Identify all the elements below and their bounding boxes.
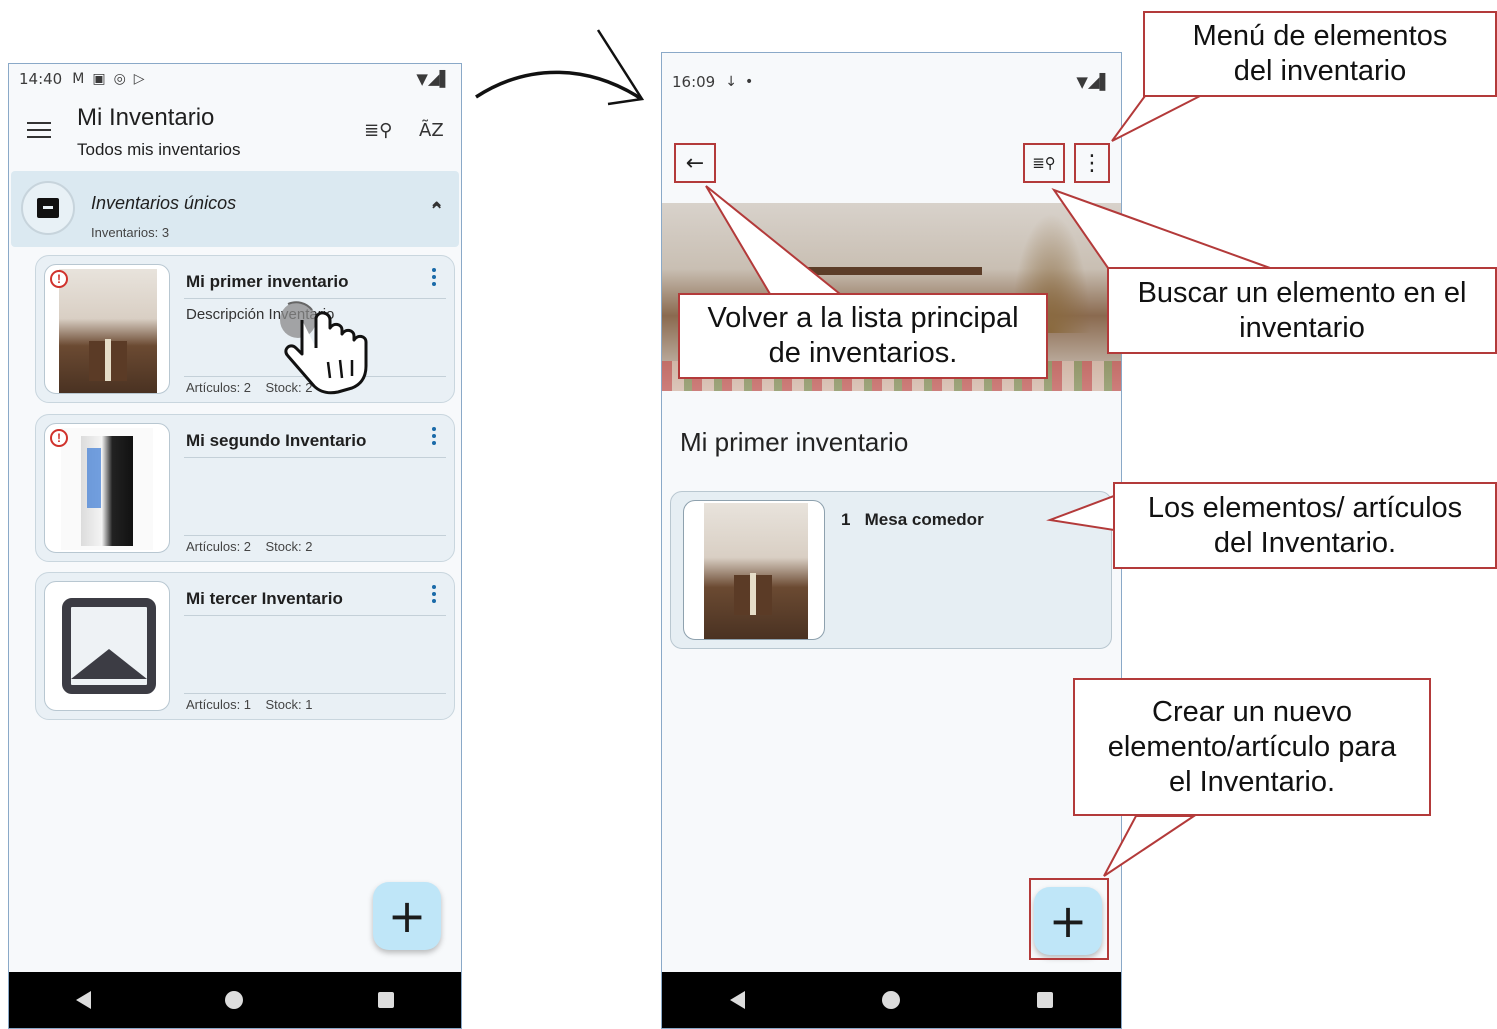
- signal-battery-icons: ▼◢▌: [1076, 73, 1111, 91]
- notification-icons: M ▣ ◎ ▷: [72, 71, 144, 87]
- collapse-chevron-icon[interactable]: ⌃ ⌃: [428, 197, 445, 245]
- inventory-stats: Artículos: 2 Stock: 2: [186, 539, 313, 554]
- app-subtitle: Todos mis inventarios: [77, 140, 241, 159]
- divider: [184, 535, 446, 536]
- menu-callout-pointer: [1111, 95, 1201, 142]
- nav-recents-icon[interactable]: [377, 992, 394, 1008]
- callout-search: Buscar un elemento en el inventario: [1107, 267, 1497, 354]
- section-avatar: [21, 181, 75, 235]
- fab-highlight: [1029, 878, 1109, 960]
- divider: [184, 615, 446, 616]
- play-icon: ▷: [133, 71, 145, 87]
- menu-icon[interactable]: [27, 122, 51, 143]
- section-count: Inventarios: 3: [91, 225, 170, 240]
- inventory-title: Mi tercer Inventario: [186, 589, 343, 608]
- kebab-menu-icon[interactable]: [432, 427, 436, 448]
- nav-back-icon[interactable]: [730, 991, 746, 1009]
- pc-case-photo: [61, 428, 153, 550]
- search-icon[interactable]: ≣⚲: [364, 120, 392, 141]
- alert-icon: !: [50, 429, 68, 447]
- divider: [184, 457, 446, 458]
- transition-arrow: [475, 70, 641, 100]
- divider: [184, 693, 446, 694]
- status-time: 16:09: [672, 73, 716, 91]
- dot-icon: •: [744, 74, 754, 90]
- status-bar: 14:40 M ▣ ◎ ▷ ▼◢▌: [9, 64, 461, 94]
- search-icon[interactable]: ≣⚲: [1023, 143, 1065, 183]
- callout-create: Crear un nuevo elemento/artículo para el…: [1073, 678, 1431, 816]
- notification-icons: ↓ •: [725, 74, 753, 90]
- nav-home-icon[interactable]: [225, 991, 244, 1009]
- inventory-thumbnail: [44, 581, 170, 711]
- section-header[interactable]: Inventarios únicos Inventarios: 3 ⌃ ⌃: [11, 171, 459, 247]
- section-title: Inventarios únicos: [91, 193, 237, 213]
- phone-inventory-list: 14:40 M ▣ ◎ ▷ ▼◢▌ Mi Inventario Todos mi…: [8, 63, 462, 1029]
- inventory-name: Mi primer inventario: [680, 427, 909, 457]
- callout-menu: Menú de elementos del inventario: [1143, 11, 1497, 97]
- element-thumbnail: [683, 500, 825, 640]
- inventory-stats: Artículos: 1 Stock: 1: [186, 697, 313, 712]
- gmail-icon: M: [72, 71, 85, 87]
- app-title: Mi Inventario: [77, 104, 215, 131]
- status-bar: 16:09 ↓ • ▼◢▌: [662, 67, 1121, 97]
- nav-back-icon[interactable]: [76, 991, 92, 1009]
- kebab-menu-icon[interactable]: [432, 585, 436, 606]
- status-time: 14:40: [19, 70, 63, 88]
- room-photo: [704, 503, 808, 639]
- inventory-card-1[interactable]: ! Mi primer inventario Descripción Inven…: [35, 255, 455, 403]
- system-nav-bar: [9, 972, 461, 1028]
- callout-back: Volver a la lista principal de inventari…: [678, 293, 1048, 379]
- inventory-title: Mi primer inventario: [186, 272, 349, 291]
- app-bar: Mi Inventario Todos mis inventarios ≣⚲ A…: [9, 100, 461, 170]
- mic-icon: ↓: [725, 74, 737, 90]
- alert-icon: !: [50, 270, 68, 288]
- sort-az-icon[interactable]: ÃZ: [419, 120, 444, 141]
- gallery-icon: ▣: [92, 71, 106, 87]
- system-nav-bar: [662, 972, 1121, 1028]
- element-name: Mesa comedor: [864, 510, 984, 529]
- tap-gesture-icon: [280, 301, 368, 395]
- add-inventory-button[interactable]: +: [373, 882, 441, 950]
- element-title: 1 Mesa comedor: [841, 510, 984, 530]
- signal-battery-icons: ▼◢▌: [416, 70, 451, 88]
- inventory-card-3[interactable]: Mi tercer Inventario Artículos: 1 Stock:…: [35, 572, 455, 720]
- inventory-card-2[interactable]: ! Mi segundo Inventario Artículos: 2 Sto…: [35, 414, 455, 562]
- kebab-menu-icon[interactable]: [432, 268, 436, 289]
- arrow-head: [596, 29, 645, 106]
- nav-recents-icon[interactable]: [1036, 992, 1053, 1008]
- archive-icon: [37, 198, 59, 218]
- inventory-title: Mi segundo Inventario: [186, 431, 367, 450]
- more-options-icon[interactable]: ⋮: [1074, 143, 1110, 183]
- callout-elements: Los elementos/ artículos del Inventario.: [1113, 482, 1497, 569]
- element-number: 1: [841, 510, 851, 529]
- sync-icon: ◎: [113, 71, 126, 87]
- element-card[interactable]: 1 Mesa comedor: [670, 491, 1112, 649]
- back-arrow-icon[interactable]: ←: [674, 143, 716, 183]
- image-placeholder-icon: [62, 598, 156, 694]
- room-photo: [59, 269, 157, 393]
- nav-home-icon[interactable]: [881, 991, 900, 1009]
